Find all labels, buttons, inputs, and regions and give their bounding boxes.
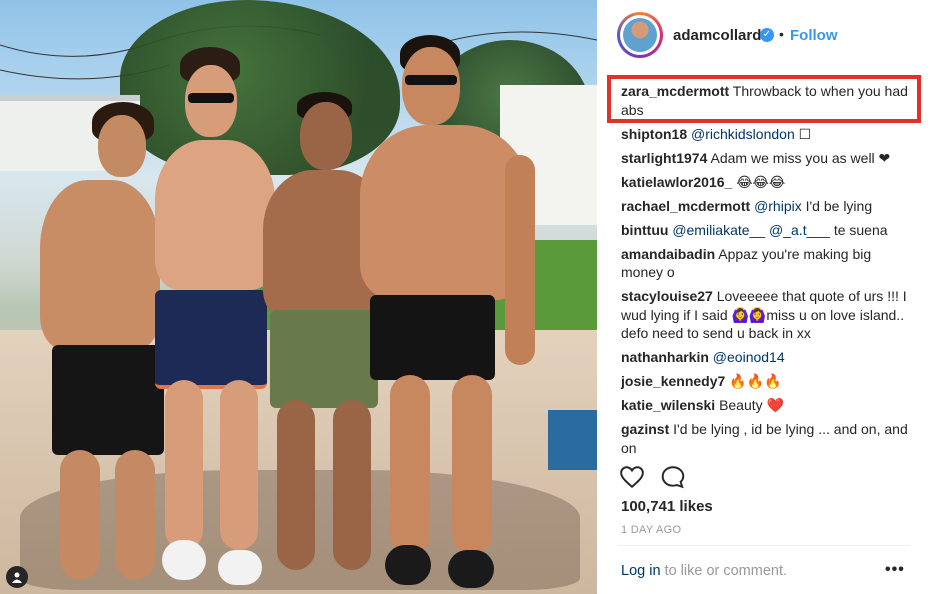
comment-item: nathanharkin @eoinod14 (621, 348, 913, 367)
comment-username[interactable]: rachael_mcdermott (621, 198, 750, 214)
comment-username[interactable]: starlight1974 (621, 150, 707, 166)
comment-mention[interactable]: @eoinod14 (713, 349, 785, 365)
comment-username[interactable]: nathanharkin (621, 349, 709, 365)
comment-username[interactable]: katielawlor2016_ (621, 174, 732, 190)
comment-item: amandaibadin Appaz you're making big mon… (621, 245, 913, 282)
comment-username[interactable]: josie_kennedy7 (621, 373, 725, 389)
login-prompt: Log in to like or comment. (621, 563, 787, 579)
login-text: to like or comment. (660, 563, 788, 579)
more-options-button[interactable]: ••• (885, 561, 905, 579)
comment-mention[interactable]: @emiliakate__ @_a.t___ (672, 222, 830, 238)
person-1 (30, 100, 170, 590)
comment-text: Beauty ❤️ (719, 397, 784, 413)
comment-text: 😂😂😂 (736, 173, 786, 190)
person-4 (360, 35, 540, 590)
comment-item: katielawlor2016_ 😂😂😂 (621, 173, 913, 192)
comment-item: starlight1974 Adam we miss you as well ❤ (621, 149, 913, 168)
comment-username[interactable]: binttuu (621, 222, 668, 238)
separator-dot: • (779, 26, 784, 42)
post-header: adamcollard ✓ • Follow (597, 0, 931, 72)
divider (617, 545, 911, 546)
comment-username[interactable]: shipton18 (621, 126, 687, 142)
comment-bubble-icon[interactable] (660, 464, 686, 490)
comment-item: gazinst I'd be lying , id be lying ... a… (621, 420, 913, 457)
comment-username[interactable]: amandaibadin (621, 246, 715, 262)
login-link[interactable]: Log in (621, 563, 661, 579)
verified-badge-icon: ✓ (760, 28, 774, 42)
comment-text: 🔥🔥🔥 (729, 373, 782, 389)
post-username[interactable]: adamcollard (673, 27, 761, 44)
comment-text: te suena (829, 221, 888, 238)
comment-item: binttuu @emiliakate__ @_a.t___ te suena (621, 221, 913, 240)
comment-mention[interactable]: @rhipix (754, 198, 802, 214)
likes-count[interactable]: 100,741 likes (621, 498, 713, 515)
pool (548, 410, 597, 470)
heart-icon[interactable] (619, 464, 645, 490)
comments-list: zara_mcdermott Throwback to when you had… (621, 82, 913, 463)
comment-text: I'd be lying (801, 197, 873, 214)
follow-button[interactable]: Follow (790, 27, 838, 44)
avatar[interactable] (617, 12, 663, 58)
comment-item: rachael_mcdermott @rhipix I'd be lying (621, 197, 913, 216)
comment-username[interactable]: stacylouise27 (621, 288, 713, 304)
comment-item: stacylouise27 Loveeeee that quote of urs… (621, 287, 913, 343)
comment-mention[interactable]: @richkidslondon (691, 126, 795, 142)
tagged-user-icon[interactable] (6, 566, 28, 588)
comment-item: katie_wilenski Beauty ❤️ (621, 396, 913, 415)
instagram-post: adamcollard ✓ • Follow zara_mcdermott Th… (0, 0, 931, 594)
comment-username[interactable]: katie_wilenski (621, 397, 715, 413)
comment-username[interactable]: gazinst (621, 421, 669, 437)
post-date[interactable]: 1 DAY AGO (621, 524, 681, 536)
comment-text: ☐ (794, 125, 812, 142)
post-photo[interactable] (0, 0, 597, 594)
comment-item: josie_kennedy7 🔥🔥🔥 (621, 372, 913, 391)
comment-item: shipton18 @richkidslondon ☐ (621, 125, 913, 144)
highlight-box (607, 75, 921, 123)
comment-text: Adam we miss you as well ❤ (710, 149, 891, 166)
